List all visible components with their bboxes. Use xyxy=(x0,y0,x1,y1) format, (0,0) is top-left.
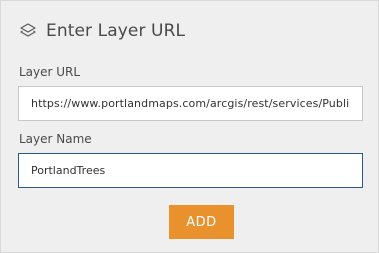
layers-icon xyxy=(18,21,38,41)
layer-url-label: Layer URL xyxy=(19,65,81,79)
panel-header: Enter Layer URL xyxy=(18,18,185,44)
panel-title: Enter Layer URL xyxy=(46,21,186,41)
layer-name-input[interactable] xyxy=(18,153,363,188)
enter-layer-url-panel: Enter Layer URL Layer URL Layer Name ADD xyxy=(0,0,379,253)
layer-url-input[interactable] xyxy=(18,86,363,121)
layer-name-label: Layer Name xyxy=(19,132,92,146)
add-button[interactable]: ADD xyxy=(169,205,234,239)
